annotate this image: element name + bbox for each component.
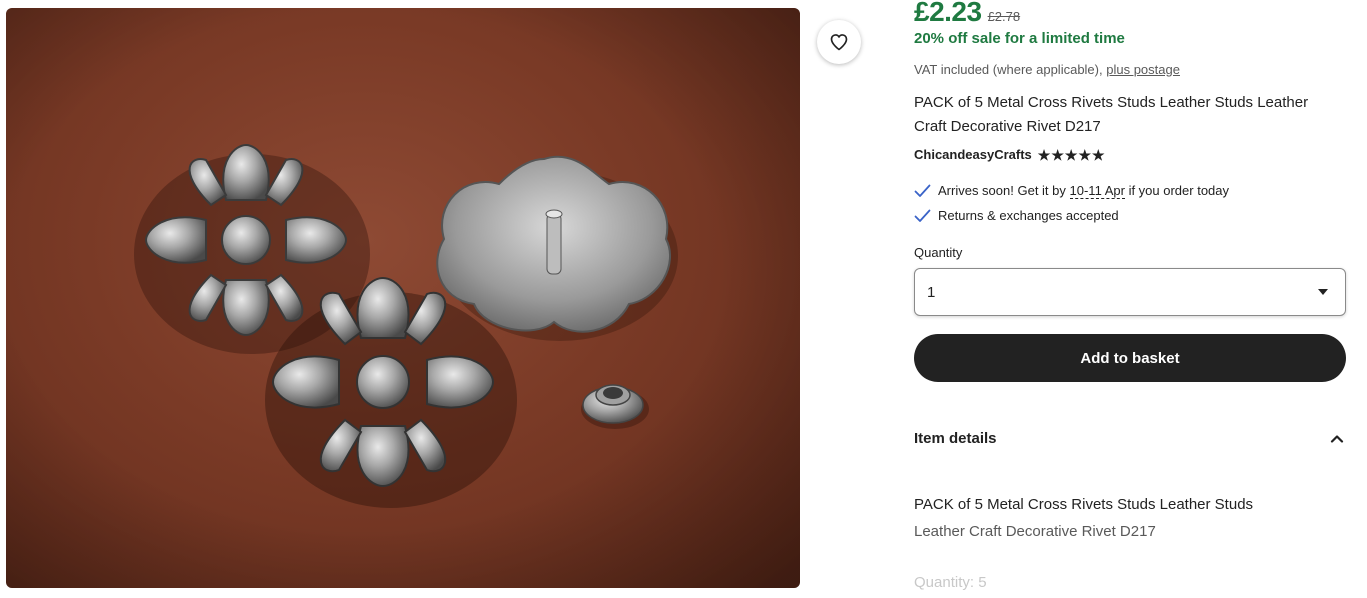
returns-perk: Returns & exchanges accepted: [914, 208, 1119, 223]
quantity-value: 1: [927, 283, 936, 301]
description-line: Leather Craft Decorative Rivet D217: [914, 523, 1156, 540]
favorite-button[interactable]: [817, 20, 861, 64]
caret-down-icon: [1318, 289, 1328, 295]
product-title: PACK of 5 Metal Cross Rivets Studs Leath…: [914, 94, 1309, 135]
vat-text: VAT included (where applicable),: [914, 62, 1103, 77]
sale-price: £2.23: [914, 0, 982, 27]
quantity-select[interactable]: 1: [914, 268, 1346, 316]
star-icon: ★: [1064, 146, 1078, 163]
shop-name-link[interactable]: ChicandeasyCrafts: [914, 147, 1032, 162]
check-icon: [914, 209, 931, 222]
add-to-basket-button[interactable]: Add to basket: [914, 334, 1346, 382]
star-icon: ★: [1051, 146, 1064, 163]
star-icon: ★: [1092, 146, 1105, 163]
rating-stars[interactable]: ★ ★ ★ ★ ★: [1038, 148, 1105, 162]
item-details-toggle[interactable]: Item details: [914, 430, 1344, 447]
postage-link[interactable]: plus postage: [1106, 62, 1180, 77]
arrival-date[interactable]: 10-11 Apr: [1069, 183, 1125, 199]
heart-icon: [830, 34, 848, 51]
description-line: PACK of 5 Metal Cross Rivets Studs Leath…: [914, 496, 1254, 513]
original-price: £2.78: [987, 9, 1021, 24]
rivet-photo-illustration: [6, 8, 800, 588]
item-details-heading: Item details: [914, 430, 997, 447]
shop-row: ChicandeasyCrafts ★ ★ ★ ★ ★: [914, 147, 1105, 162]
star-icon: ★: [1078, 146, 1092, 163]
star-icon: ★: [1037, 146, 1051, 163]
item-details-description: PACK of 5 Metal Cross Rivets Studs Leath…: [914, 491, 1334, 545]
arrival-suffix: if you order today: [1128, 183, 1230, 198]
chevron-up-icon: [1330, 435, 1344, 443]
arrival-prefix: Arrives soon! Get it by: [938, 183, 1066, 198]
arrival-text: Arrives soon! Get it by 10-11 Apr if you…: [938, 183, 1230, 199]
description-quantity: Quantity: 5: [914, 574, 987, 591]
returns-text: Returns & exchanges accepted: [938, 208, 1119, 223]
sale-message: 20% off sale for a limited time: [914, 30, 1125, 47]
vat-note: VAT included (where applicable), plus po…: [914, 62, 1180, 77]
price-row: £2.23 £2.78: [914, 0, 1020, 28]
check-icon: [914, 184, 931, 197]
product-image[interactable]: [6, 8, 800, 588]
arrival-perk: Arrives soon! Get it by 10-11 Apr if you…: [914, 183, 1230, 199]
quantity-label: Quantity: [914, 245, 963, 260]
